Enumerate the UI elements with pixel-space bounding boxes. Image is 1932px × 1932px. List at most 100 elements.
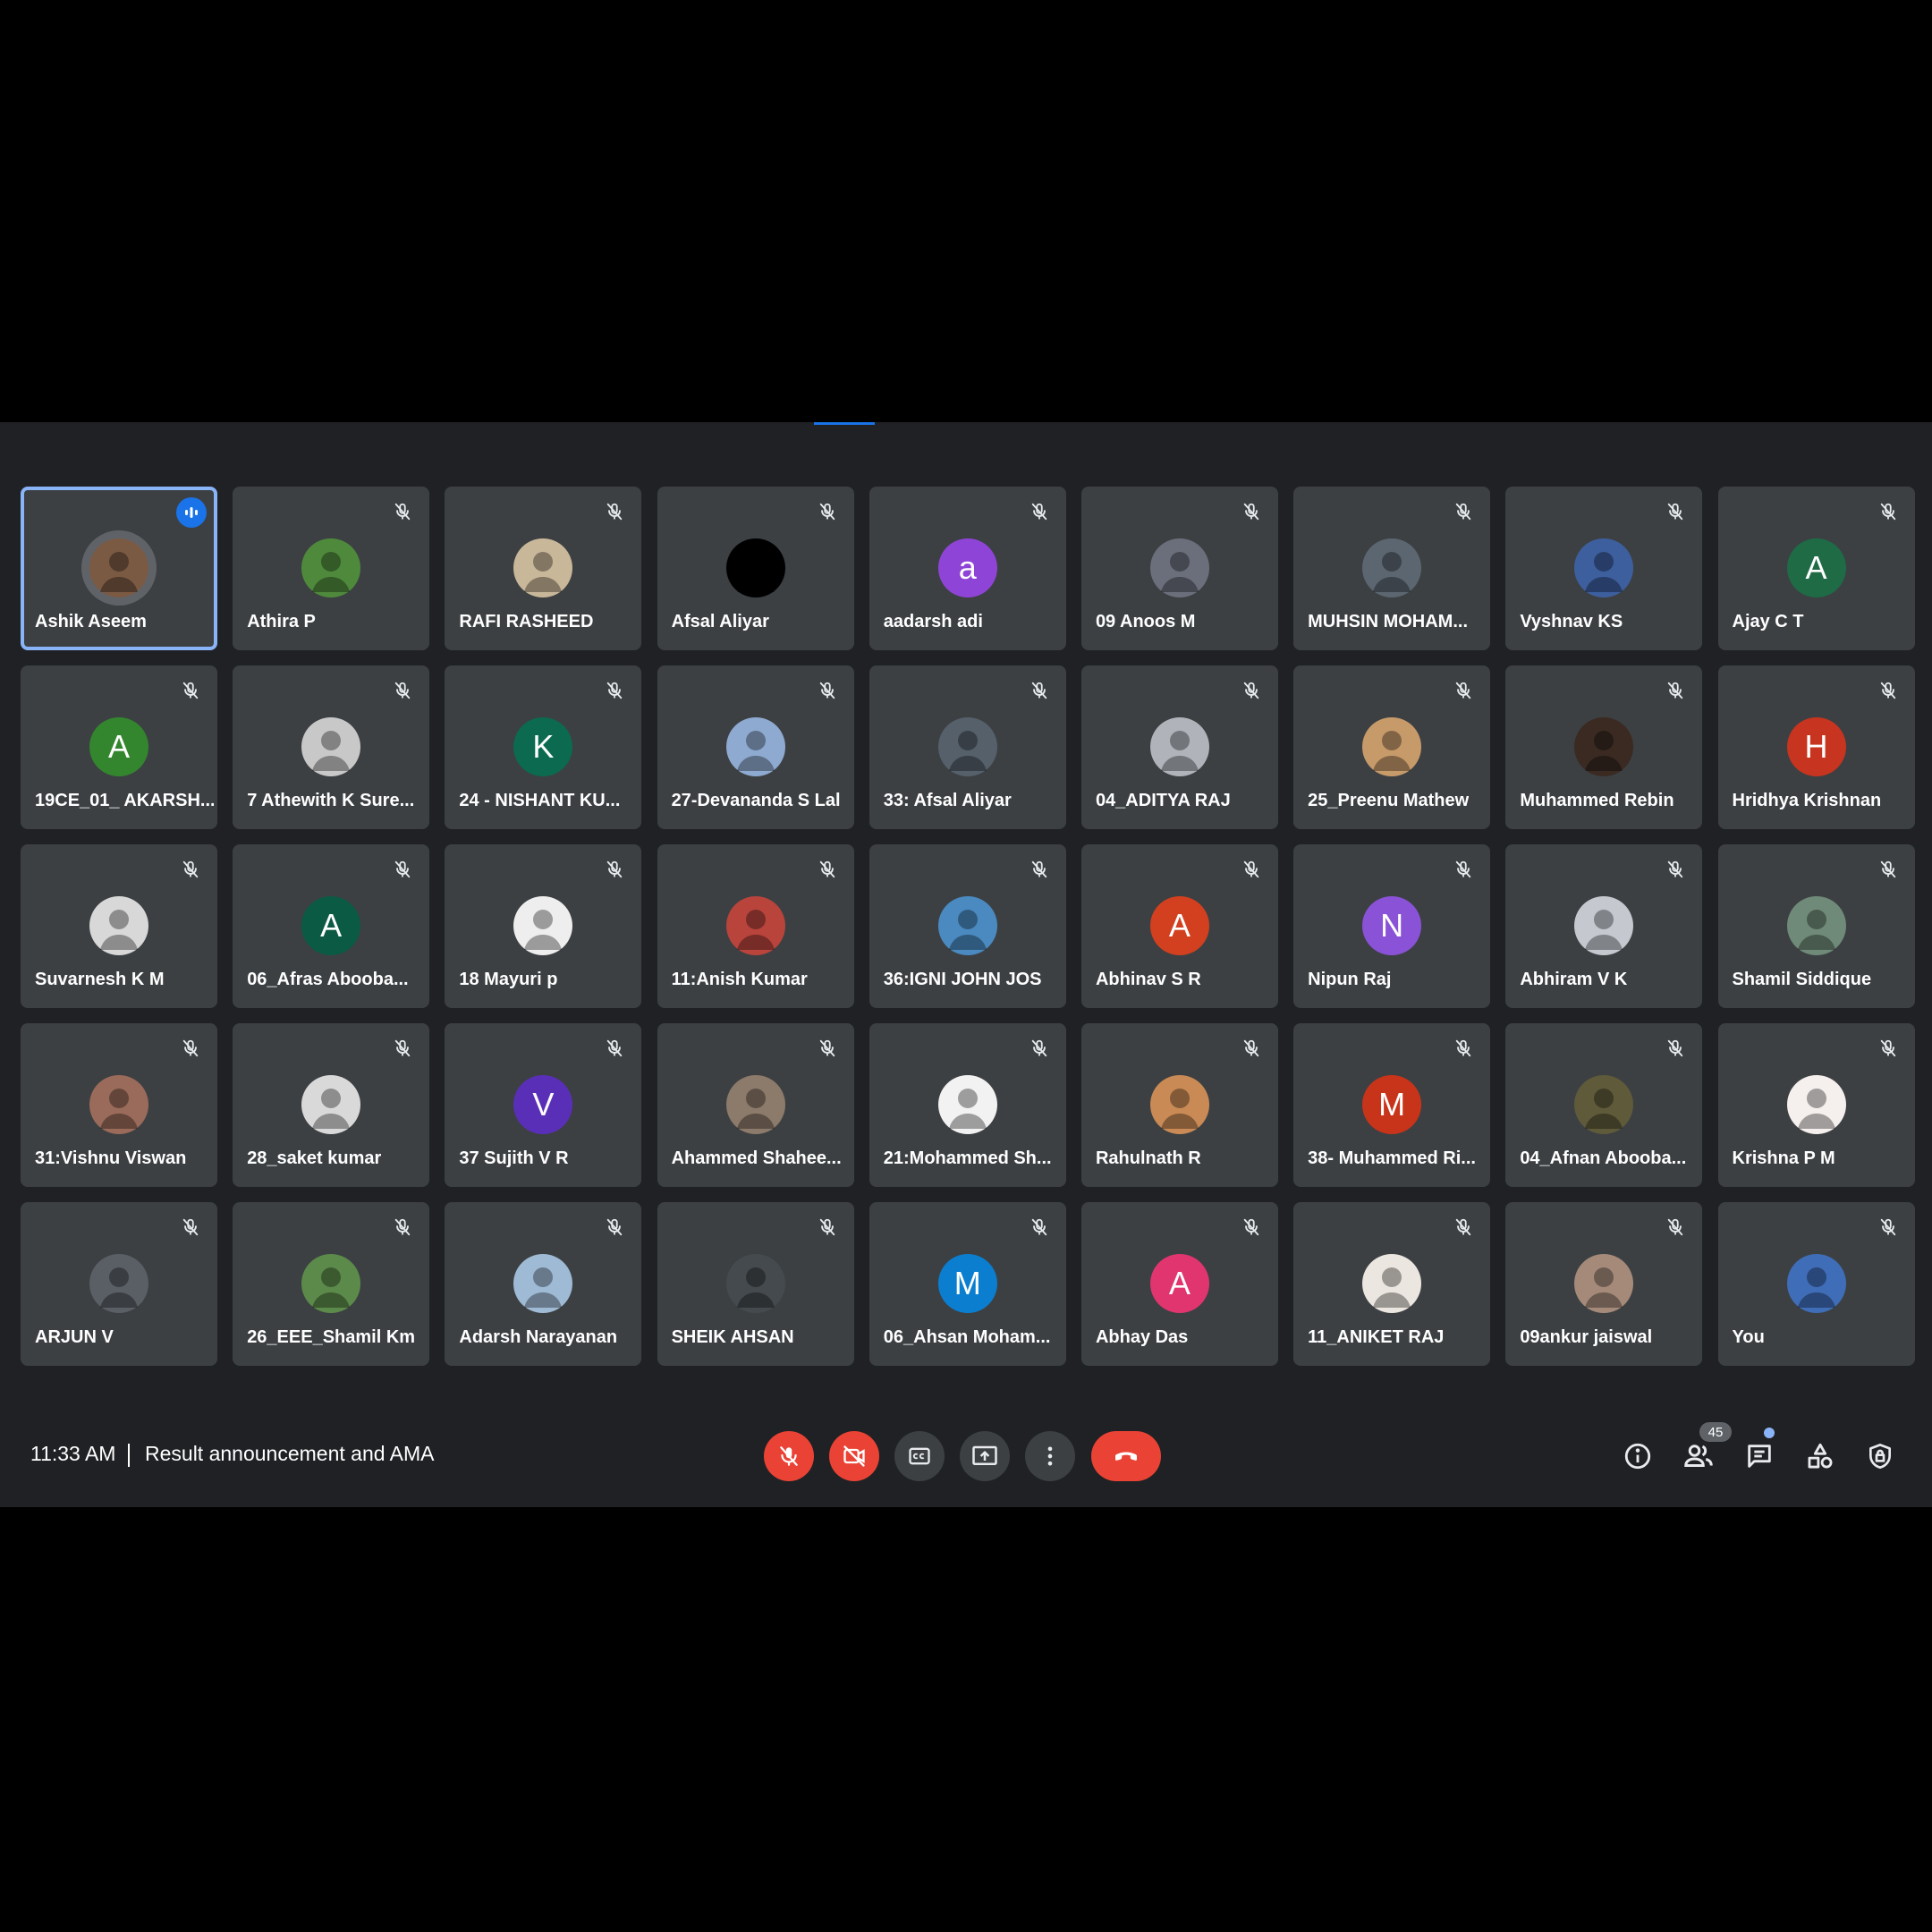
meeting-clock: 11:33 AM bbox=[30, 1442, 116, 1465]
participant-tile[interactable]: M 38- Muhammed Ri... bbox=[1293, 1023, 1491, 1187]
participant-tile[interactable]: Vyshnav KS bbox=[1505, 487, 1703, 650]
profile-photo-icon bbox=[948, 1089, 987, 1129]
participant-name: 09ankur jaiswal bbox=[1520, 1327, 1653, 1347]
participant-grid: Ashik Aseem Athira P RAFI RASHEED Afsal Ali… bbox=[21, 487, 1915, 1366]
meeting-details-button[interactable] bbox=[1618, 1436, 1657, 1476]
participant-tile[interactable]: 04_ADITYA RAJ bbox=[1080, 665, 1278, 829]
participant-initial-avatar: H bbox=[1786, 717, 1846, 776]
host-controls-button[interactable] bbox=[1860, 1436, 1900, 1476]
participant-name: 09 Anoos M bbox=[1095, 612, 1196, 631]
speaking-indicator-icon bbox=[185, 507, 198, 518]
participant-tile[interactable]: 04_Afnan Abooba... bbox=[1505, 1023, 1703, 1187]
participant-name: ARJUN V bbox=[35, 1327, 114, 1347]
participant-avatar bbox=[1574, 538, 1634, 597]
participant-name: 26_EEE_Shamil Km bbox=[247, 1327, 416, 1347]
meet-call-window: Ashik Aseem Athira P RAFI RASHEED Afsal Ali… bbox=[0, 422, 1932, 1507]
participant-tile[interactable]: A 06_Afras Abooba... bbox=[233, 844, 430, 1008]
participant-tile[interactable]: M 06_Ahsan Moham... bbox=[869, 1202, 1066, 1366]
participant-tile[interactable]: Ahammed Shahee... bbox=[657, 1023, 854, 1187]
participant-tile[interactable]: Suvarnesh K M bbox=[21, 844, 217, 1008]
profile-photo-icon bbox=[736, 910, 775, 950]
participant-initial-avatar: A bbox=[301, 896, 361, 955]
muted-indicator bbox=[1663, 857, 1688, 882]
participant-tile[interactable]: H Hridhya Krishnan bbox=[1717, 665, 1915, 829]
camera-toggle-button[interactable] bbox=[829, 1431, 879, 1481]
participant-tile[interactable]: Shamil Siddique bbox=[1717, 844, 1915, 1008]
participant-initial-avatar: M bbox=[937, 1254, 997, 1313]
participant-tile[interactable]: A Ajay C T bbox=[1717, 487, 1915, 650]
mic-toggle-button[interactable] bbox=[764, 1431, 814, 1481]
participant-tile[interactable]: Krishna P M bbox=[1717, 1023, 1915, 1187]
mic-off-icon bbox=[607, 503, 623, 521]
more-options-button[interactable] bbox=[1025, 1431, 1075, 1481]
participant-avatar bbox=[1574, 1075, 1634, 1134]
muted-indicator bbox=[1876, 857, 1901, 882]
participant-tile[interactable]: a aadarsh adi bbox=[869, 487, 1066, 650]
muted-indicator bbox=[815, 857, 840, 882]
participant-tile[interactable]: Rahulnath R bbox=[1080, 1023, 1278, 1187]
mic-off-icon bbox=[182, 1218, 199, 1236]
participant-tile[interactable]: Abhiram V K bbox=[1505, 844, 1703, 1008]
participant-tile[interactable]: A Abhay Das bbox=[1080, 1202, 1278, 1366]
participant-tile[interactable]: Afsal Aliyar bbox=[657, 487, 854, 650]
participant-tile[interactable]: ARJUN V bbox=[21, 1202, 217, 1366]
camera-off-icon bbox=[843, 1445, 865, 1467]
participant-avatar bbox=[301, 717, 361, 776]
participant-tile[interactable]: 28_saket kumar bbox=[233, 1023, 430, 1187]
participant-tile[interactable]: K 24 - NISHANT KU... bbox=[445, 665, 642, 829]
participant-tile[interactable]: 36:IGNI JOHN JOS bbox=[869, 844, 1066, 1008]
participant-tile[interactable]: N Nipun Raj bbox=[1293, 844, 1491, 1008]
present-button[interactable] bbox=[960, 1431, 1010, 1481]
participant-initial-avatar: A bbox=[1149, 1254, 1209, 1313]
participant-tile[interactable]: 11_ANIKET RAJ bbox=[1293, 1202, 1491, 1366]
participant-tile[interactable]: 11:Anish Kumar bbox=[657, 844, 854, 1008]
participant-avatar bbox=[1574, 717, 1634, 776]
profile-photo-icon bbox=[100, 1089, 138, 1129]
participant-tile[interactable]: 18 Mayuri p bbox=[445, 844, 642, 1008]
participant-tile[interactable]: You bbox=[1717, 1202, 1915, 1366]
mic-off-icon bbox=[819, 503, 835, 521]
participant-tile[interactable]: Muhammed Rebin bbox=[1505, 665, 1703, 829]
profile-photo-icon bbox=[1160, 1089, 1199, 1129]
leave-call-button[interactable] bbox=[1091, 1431, 1161, 1481]
participant-tile[interactable]: RAFI RASHEED bbox=[445, 487, 642, 650]
participant-tile[interactable]: 7 Athewith K Sure... bbox=[233, 665, 430, 829]
participant-tile[interactable]: 09 Anoos M bbox=[1080, 487, 1278, 650]
participant-name: 28_saket kumar bbox=[247, 1148, 382, 1168]
chat-button[interactable] bbox=[1740, 1436, 1779, 1476]
participant-tile[interactable]: 33: Afsal Aliyar bbox=[869, 665, 1066, 829]
mic-off-icon bbox=[1031, 1039, 1046, 1057]
participant-tile[interactable]: 25_Preenu Mathew bbox=[1293, 665, 1491, 829]
participant-initial-avatar: V bbox=[513, 1075, 573, 1134]
participant-avatar bbox=[1786, 896, 1846, 955]
participant-tile[interactable]: MUHSIN MOHAM... bbox=[1293, 487, 1491, 650]
muted-indicator bbox=[1663, 499, 1688, 524]
participant-tile[interactable]: 27-Devananda S Lal bbox=[657, 665, 854, 829]
participant-initial-avatar: N bbox=[1362, 896, 1422, 955]
muted-indicator bbox=[602, 1036, 627, 1061]
people-button[interactable] bbox=[1679, 1436, 1718, 1476]
participant-avatar bbox=[725, 1254, 785, 1313]
participant-avatar bbox=[1362, 717, 1422, 776]
participant-name: 19CE_01_ AKARSH... bbox=[35, 791, 214, 810]
participant-tile[interactable]: Ashik Aseem bbox=[21, 487, 217, 650]
participant-name: aadarsh adi bbox=[883, 612, 983, 631]
participant-tile[interactable]: V 37 Sujith V R bbox=[445, 1023, 642, 1187]
participant-tile[interactable]: Adarsh Narayanan bbox=[445, 1202, 642, 1366]
participant-tile[interactable]: Athira P bbox=[233, 487, 430, 650]
muted-indicator bbox=[1027, 1036, 1052, 1061]
profile-photo-icon bbox=[100, 910, 138, 950]
participant-tile[interactable]: 09ankur jaiswal bbox=[1505, 1202, 1703, 1366]
muted-indicator bbox=[1876, 1215, 1901, 1240]
participant-tile[interactable]: 26_EEE_Shamil Km bbox=[233, 1202, 430, 1366]
captions-button[interactable] bbox=[894, 1431, 945, 1481]
participant-tile[interactable]: 31:Vishnu Viswan bbox=[21, 1023, 217, 1187]
mic-off-icon bbox=[607, 1218, 623, 1236]
activities-button[interactable] bbox=[1801, 1436, 1840, 1476]
participant-tile[interactable]: A 19CE_01_ AKARSH... bbox=[21, 665, 217, 829]
participant-tile[interactable]: 21:Mohammed Sh... bbox=[869, 1023, 1066, 1187]
participant-tile[interactable]: A Abhinav S R bbox=[1080, 844, 1278, 1008]
participant-name: SHEIK AHSAN bbox=[671, 1327, 794, 1347]
participant-tile[interactable]: SHEIK AHSAN bbox=[657, 1202, 854, 1366]
mic-off-icon bbox=[1243, 860, 1259, 878]
